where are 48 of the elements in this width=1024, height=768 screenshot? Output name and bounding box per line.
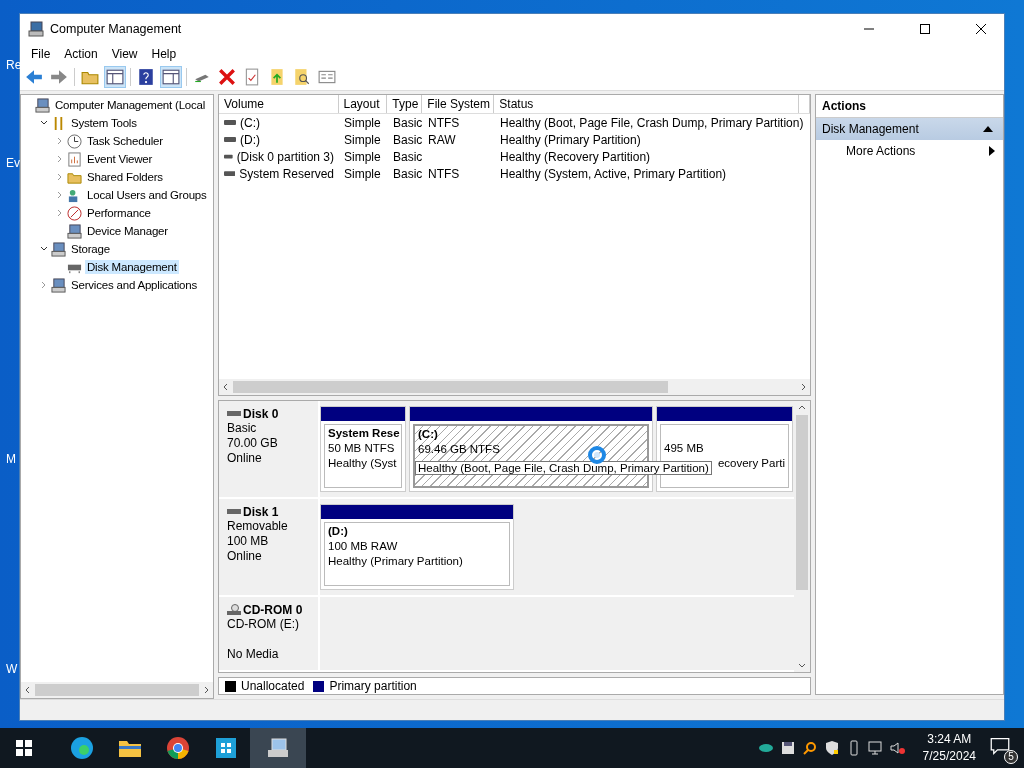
table-cell: Basic xyxy=(393,115,423,130)
table-cell: Basic xyxy=(393,149,423,164)
desktop-icon-label: W xyxy=(6,662,19,676)
table-cell: Simple xyxy=(344,149,381,164)
partition-size: 495 MB xyxy=(664,442,704,456)
table-cell: System Reserved xyxy=(239,166,334,181)
desktop-icon-label: Re xyxy=(6,58,22,72)
disk-info: Online xyxy=(227,549,262,563)
partition-name: (C:) xyxy=(418,428,438,442)
disk-name: CD-ROM 0 xyxy=(243,603,303,617)
partition-name: System Rese xyxy=(328,427,400,441)
disk-info: Removable xyxy=(227,519,288,533)
partition-name: (D:) xyxy=(328,525,348,539)
tooltip: Healthy (Boot, Page File, Crash Dump, Primary Partition) xyxy=(415,461,712,475)
disk-info: No Media xyxy=(227,647,279,661)
table-cell: (Disk 0 partition 3) xyxy=(236,149,334,164)
disk-info: Online xyxy=(227,451,262,465)
table-cell: Simple xyxy=(344,115,381,130)
table-cell: Healthy (System, Active, Primary Partition) xyxy=(500,166,727,181)
disk-name: Disk 0 xyxy=(243,407,279,421)
partition-size: 69.46 GB NTFS xyxy=(418,443,500,457)
partition-size: 50 MB NTFS xyxy=(328,442,395,456)
table-cell: RAW xyxy=(428,132,456,147)
window-title: Computer Management xyxy=(50,22,182,36)
table-cell: Simple xyxy=(344,166,381,181)
table-cell: Healthy (Primary Partition) xyxy=(500,132,641,147)
desktop-icon-label: M xyxy=(6,452,17,466)
table-cell: Healthy (Recovery Partition) xyxy=(500,149,651,164)
legend-label: Primary partition xyxy=(329,679,417,693)
partition-status: Healthy (Primary Partition) xyxy=(328,555,463,569)
legend-label: Unallocated xyxy=(241,679,305,693)
disk-info: CD-ROM (E:) xyxy=(227,617,299,631)
table-cell: Simple xyxy=(344,132,381,147)
partition-status: ecovery Parti xyxy=(717,457,785,471)
disk-info: Basic xyxy=(227,421,257,435)
table-cell: (D:) xyxy=(240,132,260,147)
disk-info: 70.00 GB xyxy=(227,436,278,450)
disk-info: 100 MB xyxy=(227,534,269,548)
table-cell: Healthy (Boot, Page File, Crash Dump, Primary Partition) xyxy=(500,115,804,130)
table-cell: Basic xyxy=(393,166,423,181)
disk-name: Disk 1 xyxy=(243,505,279,519)
partition-status: Healthy (Syst xyxy=(328,457,397,471)
table-cell: (C:) xyxy=(240,115,260,130)
partition-size: 100 MB RAW xyxy=(328,540,398,554)
table-cell: Basic xyxy=(393,132,423,147)
desktop-icon-label: Ev xyxy=(6,156,21,170)
table-cell: NTFS xyxy=(428,115,460,130)
table-cell: NTFS xyxy=(428,166,460,181)
